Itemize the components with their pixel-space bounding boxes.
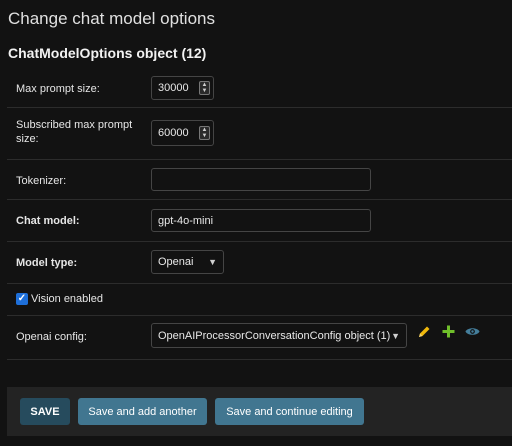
save-and-add-another-button[interactable]: Save and add another bbox=[78, 398, 207, 425]
vision-enabled-checkbox[interactable]: ✓ bbox=[16, 293, 28, 305]
model-type-select[interactable]: Openai ▼ bbox=[151, 250, 224, 274]
save-and-continue-editing-button[interactable]: Save and continue editing bbox=[215, 398, 364, 425]
row-chat-model: Chat model: gpt-4o-mini bbox=[7, 200, 512, 242]
openai-config-value: OpenAIProcessorConversationConfig object… bbox=[158, 329, 391, 342]
row-vision-enabled: ✓ Vision enabled bbox=[7, 284, 512, 316]
model-type-value: Openai bbox=[158, 256, 194, 268]
save-button[interactable]: SAVE bbox=[20, 398, 70, 425]
row-openai-config: Openai config: OpenAIProcessorConversati… bbox=[7, 316, 512, 360]
chat-model-value: gpt-4o-mini bbox=[158, 214, 214, 227]
eye-icon[interactable] bbox=[465, 324, 480, 339]
tokenizer-label: Tokenizer: bbox=[16, 175, 67, 187]
openai-config-label: Openai config: bbox=[16, 331, 87, 343]
max-prompt-size-input[interactable]: 30000 ▲ ▼ bbox=[151, 76, 214, 100]
vision-enabled-label: Vision enabled bbox=[31, 293, 103, 305]
row-tokenizer: Tokenizer: bbox=[7, 160, 512, 200]
chevron-down-icon: ▼ bbox=[208, 257, 217, 267]
plus-icon[interactable] bbox=[441, 324, 456, 339]
subscribed-max-prompt-size-input[interactable]: 60000 ▲ ▼ bbox=[151, 120, 214, 146]
openai-config-select[interactable]: OpenAIProcessorConversationConfig object… bbox=[151, 323, 407, 348]
chevron-down-icon: ▼ bbox=[391, 330, 400, 341]
pencil-icon[interactable] bbox=[417, 324, 432, 339]
related-widget-actions bbox=[417, 324, 480, 339]
spinner-icon[interactable]: ▲ ▼ bbox=[199, 126, 210, 140]
row-subscribed-max-prompt-size: Subscribed max prompt size: 60000 ▲ ▼ bbox=[7, 108, 512, 160]
model-type-label: Model type: bbox=[16, 257, 78, 269]
subscribed-label-line2: size: bbox=[16, 133, 39, 145]
chat-model-label: Chat model: bbox=[16, 215, 80, 227]
row-max-prompt-size: Max prompt size: 30000 ▲ ▼ bbox=[7, 68, 512, 108]
chat-model-input[interactable]: gpt-4o-mini bbox=[151, 209, 371, 232]
subscribed-max-prompt-size-value: 60000 bbox=[158, 127, 189, 139]
admin-change-form: Change chat model options ChatModelOptio… bbox=[0, 0, 512, 446]
page-title: Change chat model options bbox=[8, 9, 215, 28]
spinner-icon[interactable]: ▲ ▼ bbox=[199, 81, 210, 95]
max-prompt-size-label: Max prompt size: bbox=[16, 83, 100, 95]
submit-row: SAVE Save and add another Save and conti… bbox=[7, 387, 512, 436]
fieldset-heading: ChatModelOptions object (12) bbox=[8, 45, 207, 61]
tokenizer-input[interactable] bbox=[151, 168, 371, 191]
row-model-type: Model type: Openai ▼ bbox=[7, 242, 512, 284]
max-prompt-size-value: 30000 bbox=[158, 82, 189, 94]
subscribed-max-prompt-size-label: Subscribed max prompt size: bbox=[16, 118, 132, 146]
subscribed-label-line1: Subscribed max prompt bbox=[16, 119, 133, 131]
